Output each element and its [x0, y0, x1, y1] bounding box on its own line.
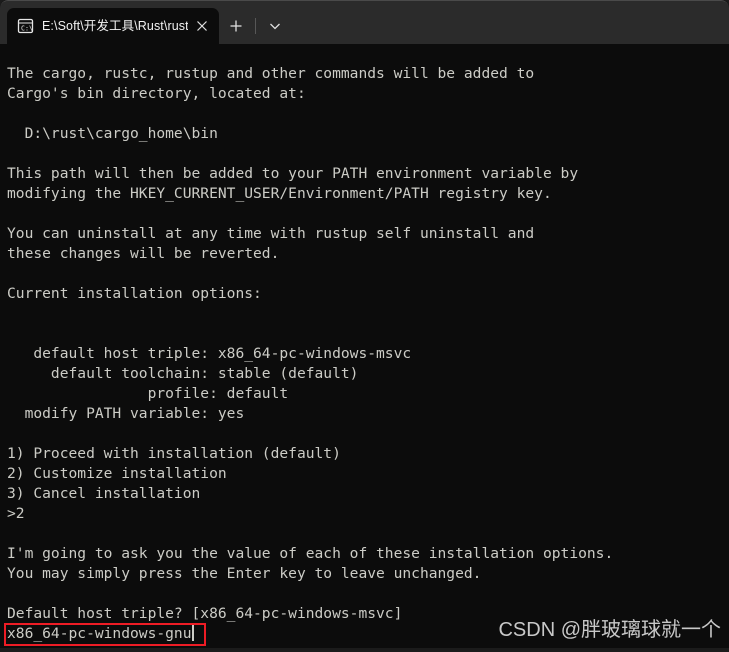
terminal-line: these changes will be reverted.	[7, 245, 280, 262]
terminal-line: 2) Customize installation	[7, 465, 227, 482]
terminal-line: This path will then be added to your PAT…	[7, 165, 579, 182]
terminal-line: modifying the HKEY_CURRENT_USER/Environm…	[7, 185, 552, 202]
terminal-line: default host triple: x86_64-pc-windows-m…	[7, 345, 412, 362]
terminal-input-value: x86_64-pc-windows-gnu	[7, 625, 192, 642]
chevron-down-icon	[268, 19, 282, 33]
close-icon[interactable]	[188, 12, 216, 40]
command-prompt-icon: C:\	[17, 18, 34, 34]
terminal-line: 3) Cancel installation	[7, 485, 201, 502]
terminal-line: I'm going to ask you the value of each o…	[7, 545, 614, 562]
terminal-line: Current installation options:	[7, 285, 262, 302]
window-bottom-edge	[0, 648, 729, 652]
plus-icon	[229, 19, 243, 33]
tab-title: E:\Soft\开发工具\Rust\rustup-	[42, 19, 188, 33]
terminal-line: Cargo's bin directory, located at:	[7, 85, 306, 102]
csdn-watermark: CSDN @胖玻璃球就一个	[498, 619, 721, 641]
terminal-line: You may simply press the Enter key to le…	[7, 565, 482, 582]
tab-rustup-terminal[interactable]: C:\ E:\Soft\开发工具\Rust\rustup-	[7, 8, 219, 44]
tab-strip: C:\ E:\Soft\开发工具\Rust\rustup-	[0, 0, 729, 44]
tab-strip-separator	[255, 18, 256, 34]
new-tab-button[interactable]	[219, 8, 253, 44]
text-cursor	[191, 625, 194, 641]
terminal-line: 1) Proceed with installation (default)	[7, 445, 341, 462]
terminal-line: modify PATH variable: yes	[7, 405, 245, 422]
terminal-line: You can uninstall at any time with rustu…	[7, 225, 535, 242]
terminal-line: D:\rust\cargo_home\bin	[7, 125, 218, 142]
terminal-window: C:\ E:\Soft\开发工具\Rust\rustup-	[0, 0, 729, 652]
terminal-line: profile: default	[7, 385, 289, 402]
svg-text:C:\: C:\	[21, 24, 33, 32]
tab-strip-left-padding	[0, 1, 7, 44]
terminal-body[interactable]: The cargo, rustc, rustup and other comma…	[0, 44, 729, 652]
terminal-screen: The cargo, rustc, rustup and other comma…	[7, 64, 613, 644]
terminal-line: >2	[7, 505, 25, 522]
tab-dropdown-button[interactable]	[258, 8, 292, 44]
terminal-line: default toolchain: stable (default)	[7, 365, 359, 382]
terminal-line: The cargo, rustc, rustup and other comma…	[7, 65, 535, 82]
